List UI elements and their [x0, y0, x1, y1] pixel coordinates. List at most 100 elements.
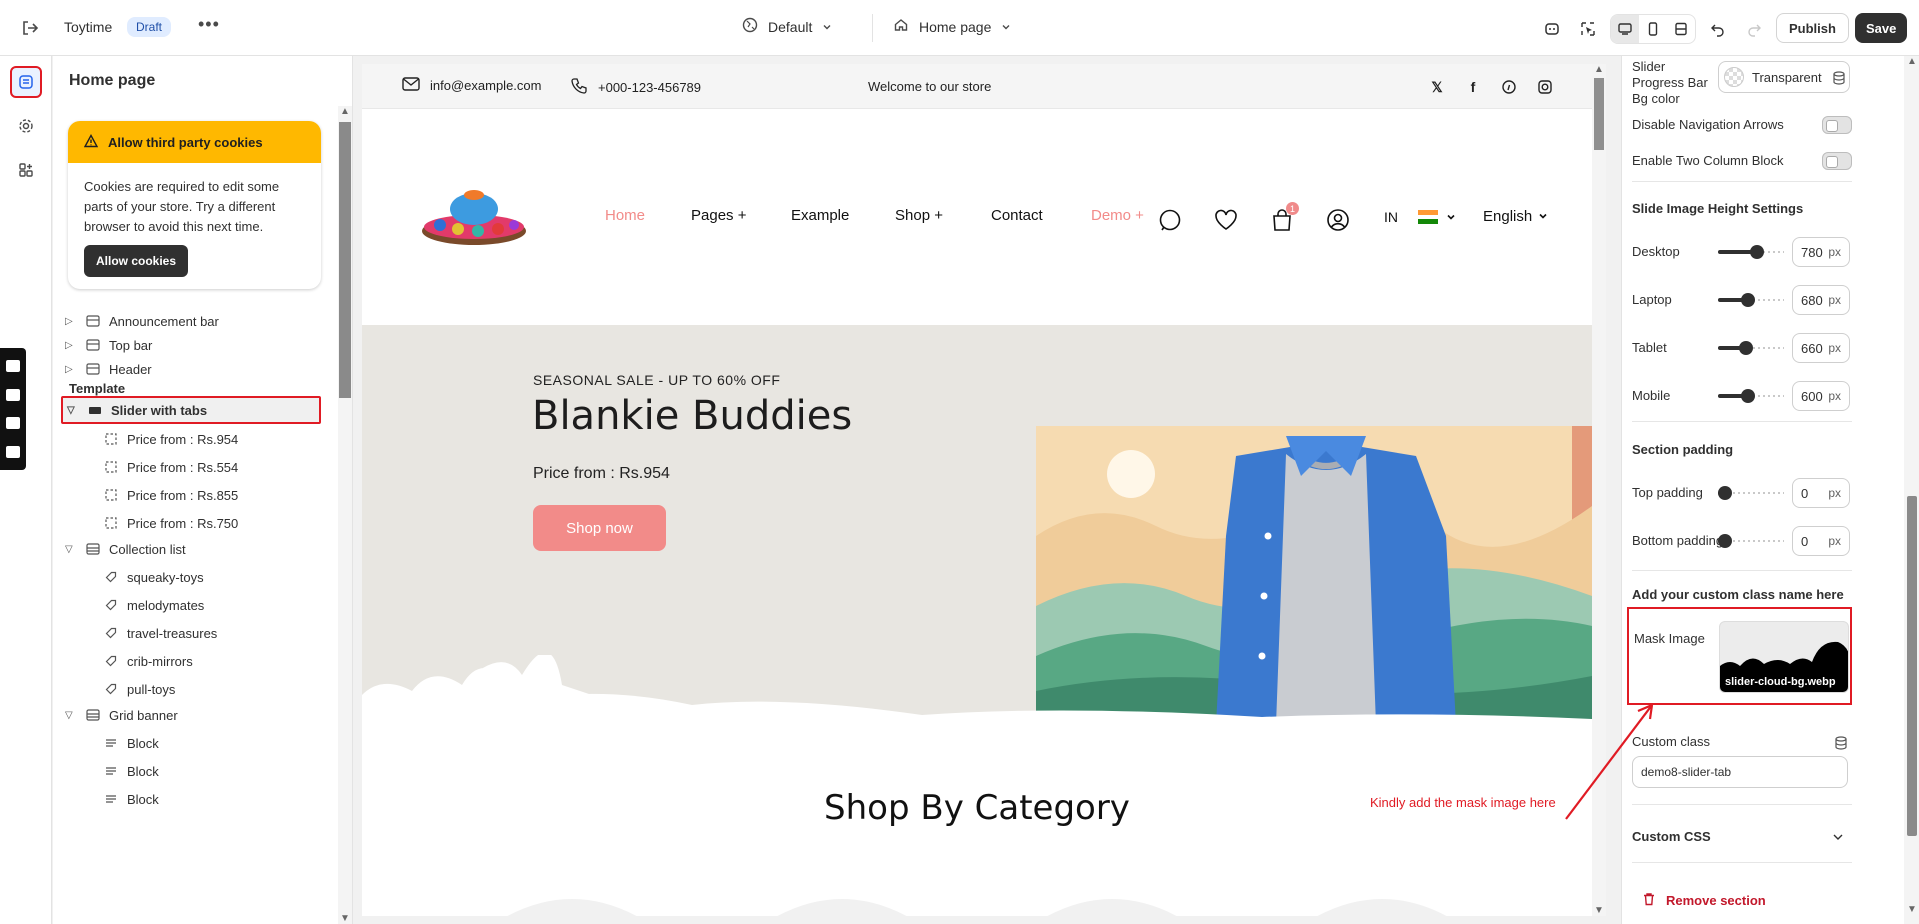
language-selector[interactable]: English — [1483, 208, 1548, 225]
tree-block[interactable]: melodymates — [53, 591, 337, 619]
sections-icon[interactable] — [10, 66, 42, 98]
tree-block[interactable]: Price from : Rs.750 — [53, 509, 337, 537]
tree-block[interactable]: Price from : Rs.954 — [53, 425, 337, 453]
chevron-right-icon[interactable]: ▷ — [65, 316, 79, 327]
apps-icon[interactable] — [10, 154, 42, 186]
tree-block[interactable]: travel-treasures — [53, 619, 337, 647]
tree-block[interactable]: Block — [53, 757, 337, 785]
mobile-height-slider[interactable] — [1718, 388, 1784, 404]
tree-block[interactable]: squeaky-toys — [53, 563, 337, 591]
dynamic-source-icon[interactable] — [1834, 736, 1848, 750]
camera-icon[interactable] — [6, 360, 20, 373]
dynamic-source-icon[interactable] — [1832, 71, 1846, 85]
mobile-icon[interactable] — [1639, 15, 1667, 43]
floating-toolbar[interactable] — [0, 348, 26, 470]
top-padding-slider[interactable] — [1718, 485, 1784, 501]
mobile-height-input[interactable]: 600 px — [1792, 381, 1850, 411]
video-icon[interactable] — [6, 388, 20, 401]
country-selector[interactable]: IN — [1384, 209, 1456, 225]
laptop-height-slider[interactable] — [1718, 292, 1784, 308]
window-icon[interactable] — [6, 417, 20, 430]
nav-pages[interactable]: Pages + — [691, 207, 791, 224]
search-icon[interactable] — [1155, 205, 1185, 235]
tree-item-collection-list[interactable]: ▽ Collection list — [53, 535, 337, 563]
scroll-up-icon[interactable]: ▲ — [340, 106, 350, 117]
laptop-height-input[interactable]: 680 px — [1792, 285, 1850, 315]
chevron-down-icon[interactable] — [1832, 831, 1844, 846]
progress-bg-color-picker[interactable]: Transparent — [1718, 61, 1850, 93]
publish-button[interactable]: Publish — [1776, 13, 1849, 43]
page-selector[interactable]: Home page — [893, 17, 1011, 36]
save-button[interactable]: Save — [1855, 13, 1908, 43]
bottom-padding-input[interactable]: 0 px — [1792, 526, 1850, 556]
mobile-height-label: Mobile — [1632, 388, 1671, 403]
chevron-down-icon[interactable]: ▽ — [67, 405, 81, 416]
app-embed-icon[interactable] — [1538, 15, 1566, 43]
store-logo[interactable] — [418, 187, 530, 253]
email-text: info@example.com — [430, 78, 542, 93]
cart-icon[interactable]: 1 — [1267, 202, 1299, 235]
nav-shop[interactable]: Shop + — [895, 207, 991, 224]
inspector-icon[interactable] — [1574, 15, 1602, 43]
desktop-icon[interactable] — [1611, 15, 1639, 43]
scrollbar-thumb[interactable] — [1594, 78, 1604, 150]
tree-item-slider-with-tabs[interactable]: ▽ Slider with tabs — [61, 396, 321, 424]
nav-home[interactable]: Home — [605, 207, 691, 224]
fullscreen-icon[interactable] — [1667, 15, 1695, 43]
chevron-right-icon[interactable]: ▷ — [65, 340, 79, 351]
nav-example[interactable]: Example — [791, 207, 895, 224]
x-twitter-icon[interactable]: 𝕏 — [1426, 76, 1448, 98]
tree-item-grid-banner[interactable]: ▽ Grid banner — [53, 701, 337, 729]
tablet-height-slider[interactable] — [1718, 340, 1784, 356]
account-icon[interactable] — [1323, 205, 1353, 235]
announcement-phone[interactable]: +000-123-456789 — [570, 77, 701, 98]
mask-image-picker[interactable]: slider-cloud-bg.webp — [1719, 621, 1849, 693]
scroll-down-icon[interactable]: ▼ — [1594, 905, 1604, 916]
remove-section-button[interactable]: Remove section — [1642, 892, 1766, 909]
nav-demo[interactable]: Demo + — [1091, 207, 1151, 224]
undo-icon[interactable] — [1704, 15, 1732, 43]
panel-scrollbar[interactable]: ▲ ▼ — [1904, 56, 1919, 924]
scroll-up-icon[interactable]: ▲ — [1594, 64, 1604, 75]
desktop-height-input[interactable]: 780 px — [1792, 237, 1850, 267]
tree-block[interactable]: crib-mirrors — [53, 647, 337, 675]
more-menu-button[interactable]: ••• — [198, 14, 220, 35]
sidebar-scrollbar[interactable]: ▲ ▼ — [338, 106, 352, 924]
two-column-toggle[interactable] — [1822, 152, 1852, 170]
scrollbar-thumb[interactable] — [1907, 496, 1917, 836]
top-padding-input[interactable]: 0 px — [1792, 478, 1850, 508]
exit-icon[interactable] — [18, 16, 42, 40]
theme-selector[interactable]: Default — [742, 17, 832, 36]
tree-block[interactable]: pull-toys — [53, 675, 337, 703]
tree-item-header[interactable]: ▷ Header — [53, 355, 337, 383]
bottom-padding-slider[interactable] — [1718, 533, 1784, 549]
tree-block[interactable]: Price from : Rs.855 — [53, 481, 337, 509]
tree-block[interactable]: Block — [53, 729, 337, 757]
scroll-down-icon[interactable]: ▼ — [1907, 904, 1917, 915]
scroll-up-icon[interactable]: ▲ — [1907, 56, 1917, 67]
desktop-height-slider[interactable] — [1718, 244, 1784, 260]
tablet-height-input[interactable]: 660 px — [1792, 333, 1850, 363]
scrollbar-thumb[interactable] — [339, 122, 351, 398]
custom-css-toggle[interactable]: Custom CSS — [1632, 829, 1711, 844]
tree-block[interactable]: Block — [53, 785, 337, 813]
facebook-icon[interactable]: f — [1462, 76, 1484, 98]
scroll-down-icon[interactable]: ▼ — [340, 913, 350, 924]
disable-arrows-label: Disable Navigation Arrows — [1632, 117, 1784, 132]
instagram-icon[interactable] — [1534, 76, 1556, 98]
chevron-right-icon[interactable]: ▷ — [65, 364, 79, 375]
shop-now-button[interactable]: Shop now — [533, 505, 666, 551]
allow-cookies-button[interactable]: Allow cookies — [84, 245, 189, 277]
pinterest-icon[interactable] — [1498, 76, 1520, 98]
redo-icon[interactable] — [1740, 15, 1768, 43]
tree-block[interactable]: Price from : Rs.554 — [53, 453, 337, 481]
disable-arrows-toggle[interactable] — [1822, 116, 1852, 134]
social-links: 𝕏 f — [1426, 76, 1556, 98]
gear-icon[interactable] — [6, 445, 20, 458]
chevron-down-icon[interactable]: ▽ — [65, 544, 79, 555]
announcement-email[interactable]: info@example.com — [402, 77, 541, 94]
settings-gear-icon[interactable] — [10, 110, 42, 142]
chevron-down-icon[interactable]: ▽ — [65, 710, 79, 721]
nav-contact[interactable]: Contact — [991, 207, 1091, 224]
wishlist-heart-icon[interactable] — [1211, 205, 1241, 235]
